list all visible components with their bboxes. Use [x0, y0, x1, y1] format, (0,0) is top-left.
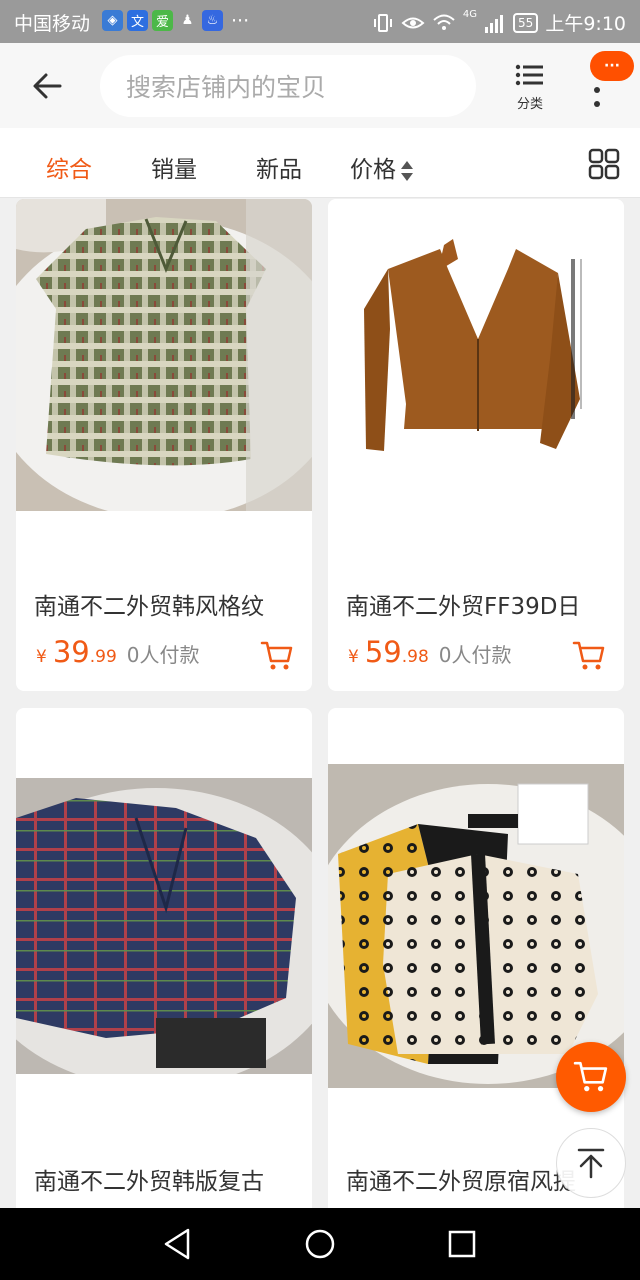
product-image — [16, 778, 312, 1074]
tab-comprehensive[interactable]: 综合 — [46, 150, 92, 184]
product-image — [328, 199, 624, 511]
more-dot — [594, 101, 600, 107]
cart-icon — [573, 1061, 608, 1092]
tab-price-label: 价格 — [350, 157, 396, 183]
product-card[interactable]: 南通不二外贸FF39D日 ¥ 59 .98 0人付款 — [328, 199, 624, 691]
iqiyi-icon: 爱 — [152, 10, 173, 31]
price-symbol: ¥ — [36, 647, 47, 667]
category-label: 分类 — [516, 97, 543, 112]
more-dot — [594, 87, 600, 93]
status-bar: 中国移动 ◈ 文 爱 ♟ ♨ ··· 4G 55 上午9:10 — [0, 0, 640, 43]
list-icon — [515, 64, 543, 86]
system-nav-bar — [0, 1208, 640, 1280]
price-integer: 59 — [364, 635, 402, 669]
price-decimal: .98 — [401, 647, 429, 667]
signal-icon — [485, 14, 504, 33]
qq-icon: ♟ — [181, 13, 194, 28]
price-row: ¥ 59 .98 0人付款 — [348, 635, 512, 669]
floating-cart-button[interactable] — [556, 1042, 626, 1112]
arrow-up-icon — [577, 1148, 605, 1179]
product-title: 南通不二外贸韩风格纹 — [34, 594, 264, 620]
tab-new[interactable]: 新品 — [256, 150, 302, 184]
product-title: 南通不二外贸FF39D日 — [346, 594, 581, 620]
price-integer: 39 — [52, 635, 90, 669]
tab-sales[interactable]: 销量 — [151, 150, 197, 184]
product-title: 南通不二外贸原宿风提 — [346, 1169, 576, 1195]
wifi-icon — [433, 14, 455, 30]
vibrate-icon — [373, 13, 392, 32]
shield-icon: ◈ — [102, 10, 123, 31]
sort-arrows-icon — [401, 160, 413, 182]
price-decimal: .99 — [89, 647, 117, 667]
product-title: 南通不二外贸韩版复古 — [34, 1169, 264, 1195]
add-to-cart-icon[interactable] — [260, 639, 294, 673]
product-card[interactable]: 南通不二外贸韩版复古 — [16, 708, 312, 1228]
carrier-label: 中国移动 — [14, 13, 91, 35]
translate-icon: 文 — [127, 10, 148, 31]
product-image — [328, 764, 624, 1088]
back-to-top-button[interactable] — [556, 1128, 626, 1198]
price-row: ¥ 39 .99 0人付款 — [36, 635, 200, 669]
sort-bar: 综合 销量 新品 价格 — [0, 128, 640, 198]
eye-icon — [401, 17, 425, 28]
sold-count: 0人付款 — [126, 643, 200, 667]
more-notifications-icon: ··· — [231, 10, 250, 32]
status-right: 4G 55 上午9:10 — [372, 9, 626, 36]
add-to-cart-icon[interactable] — [572, 639, 606, 673]
nav-back-icon[interactable] — [158, 1224, 198, 1264]
product-card[interactable]: 南通不二外贸韩风格纹 ¥ 39 .99 0人付款 — [16, 199, 312, 691]
nav-recents-icon[interactable] — [442, 1224, 482, 1264]
network-type: 4G — [462, 9, 478, 20]
nav-home-icon[interactable] — [300, 1224, 340, 1264]
more-menu-button[interactable]: ··· — [574, 51, 634, 111]
clock: 上午9:10 — [545, 13, 626, 35]
search-placeholder: 搜索店铺内的宝贝 — [126, 73, 327, 102]
notification-icons: ◈ 文 爱 ♟ ♨ ··· — [102, 10, 249, 32]
top-header: 搜索店铺内的宝贝 分类 ··· — [0, 43, 640, 128]
more-badge: ··· — [590, 51, 634, 81]
baidu-icon: ♨ — [202, 10, 223, 31]
price-symbol: ¥ — [348, 647, 359, 667]
search-input[interactable]: 搜索店铺内的宝贝 — [100, 55, 476, 117]
back-arrow-icon[interactable] — [24, 63, 70, 109]
battery-indicator: 55 — [513, 12, 539, 33]
category-button[interactable]: 分类 — [508, 63, 552, 112]
tab-price[interactable]: 价格 — [350, 150, 413, 184]
grid-view-icon[interactable] — [588, 148, 620, 180]
sold-count: 0人付款 — [438, 643, 512, 667]
product-image — [16, 199, 312, 511]
